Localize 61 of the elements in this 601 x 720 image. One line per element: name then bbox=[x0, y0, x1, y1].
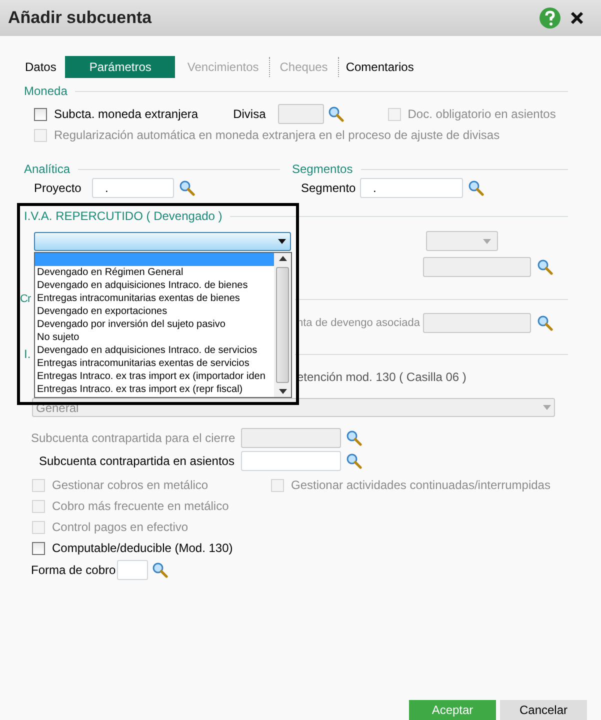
section-heading: Analítica bbox=[24, 161, 70, 178]
section-heading: Segmentos bbox=[292, 161, 353, 178]
field-label: Proyecto bbox=[34, 180, 82, 197]
field-label: Segmento bbox=[301, 180, 357, 197]
section-heading: Moneda bbox=[24, 83, 68, 100]
checkbox-label: Computable/deducible (Mod. 130) bbox=[52, 540, 233, 557]
section-heading: I. bbox=[24, 346, 31, 363]
list-item[interactable]: Entregas intracomunitarias exentas de bienes bbox=[35, 292, 274, 305]
field-label: Forma de cobro bbox=[31, 562, 117, 579]
scrollbar[interactable] bbox=[274, 253, 291, 397]
list-item[interactable]: Entregas Intraco. ex tras import ex (importador iden bbox=[35, 370, 274, 383]
cancel-button[interactable]: Cancelar bbox=[500, 700, 587, 720]
field-label: Subcuenta contrapartida en asientos bbox=[39, 453, 236, 470]
checkbox-label: Control pagos en efectivo bbox=[52, 519, 188, 536]
list-item[interactable]: Devengado por inversión del sujeto pasivo bbox=[35, 318, 274, 331]
scrollbar-thumb[interactable] bbox=[276, 267, 289, 383]
search-icon[interactable] bbox=[179, 180, 195, 196]
search-icon[interactable] bbox=[537, 259, 553, 275]
down-arrow-icon[interactable] bbox=[278, 389, 286, 394]
tab[interactable]: Datos bbox=[22, 56, 60, 78]
search-icon[interactable] bbox=[328, 106, 344, 122]
list-item[interactable]: Devengado en exportaciones bbox=[35, 305, 274, 318]
list-item[interactable]: Entregas Intraco. ex tras import ex (repr fiscal) bbox=[35, 383, 274, 396]
input-field[interactable]: . bbox=[92, 178, 174, 198]
field-label: Divisa bbox=[233, 106, 266, 123]
up-arrow-icon[interactable] bbox=[278, 256, 286, 261]
search-icon[interactable] bbox=[537, 315, 553, 331]
checkbox[interactable] bbox=[32, 542, 45, 554]
tab[interactable]: Parámetros bbox=[65, 56, 176, 78]
list-item[interactable]: Entregas intracomunitarias exentas de servicios bbox=[35, 357, 274, 370]
input-field[interactable]: . bbox=[360, 178, 463, 198]
window-title: Añadir subcuenta bbox=[8, 7, 153, 30]
list-item[interactable]: No sujeto bbox=[35, 331, 274, 344]
search-icon[interactable] bbox=[346, 453, 362, 469]
section-heading: I.V.A. REPERCUTIDO ( Devengado ) bbox=[24, 208, 222, 225]
list-item[interactable]: Devengado en adquisiciones Intraco. de bienes bbox=[35, 279, 274, 292]
input-field[interactable] bbox=[117, 560, 148, 580]
checkbox-label: Gestionar cobros en metálico bbox=[52, 477, 208, 494]
checkbox-label: Regularización automática en moneda extranjera en el proceso de ajuste de divisas bbox=[54, 127, 500, 144]
list-item[interactable]: Devengado en Régimen General bbox=[35, 266, 274, 279]
dropdown[interactable] bbox=[34, 232, 291, 250]
search-icon[interactable] bbox=[468, 180, 484, 196]
checkbox-label: Cobro más frecuente en metálico bbox=[52, 498, 229, 515]
field-label: Subcuenta contrapartida para el cierre bbox=[31, 430, 236, 447]
checkbox-label: Subcta. moneda extranjera bbox=[54, 106, 198, 123]
checkbox[interactable] bbox=[34, 108, 47, 120]
search-icon[interactable] bbox=[152, 562, 168, 578]
list-item[interactable]: Devengado en adquisiciones Intraco. de servicios bbox=[35, 344, 274, 357]
search-icon[interactable] bbox=[346, 430, 362, 446]
input-field[interactable] bbox=[423, 257, 531, 277]
help-icon[interactable] bbox=[539, 7, 561, 29]
caret-icon bbox=[543, 405, 551, 410]
close-icon[interactable] bbox=[570, 11, 584, 25]
tab[interactable]: Comentarios bbox=[342, 56, 417, 78]
input-field[interactable] bbox=[423, 313, 531, 333]
section-heading: Cr bbox=[20, 292, 31, 307]
checkbox-label: Gestionar actividades continuadas/interrumpidas bbox=[291, 477, 550, 494]
input-field[interactable] bbox=[241, 451, 341, 471]
caret-icon bbox=[483, 238, 491, 244]
checkbox-label: Doc. obligatorio en asientos bbox=[408, 106, 556, 123]
caret-icon bbox=[278, 238, 286, 244]
